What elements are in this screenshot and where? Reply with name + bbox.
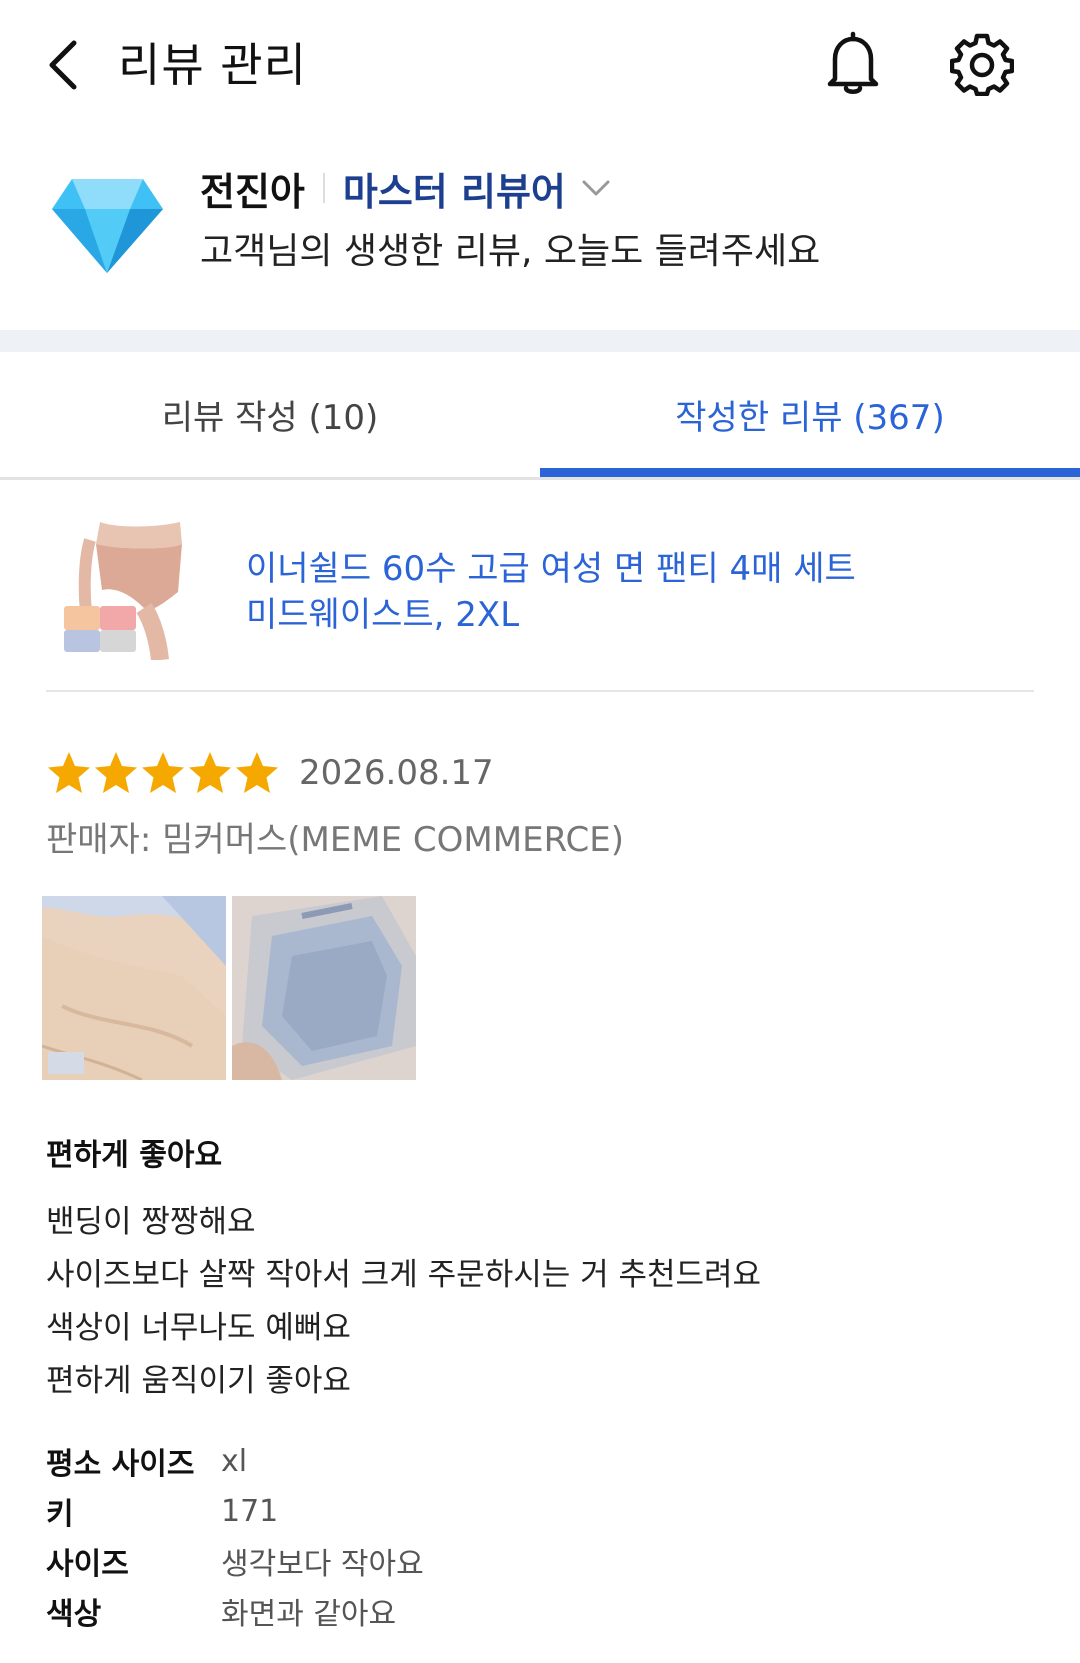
detail-row-height: 키 171 [46,1486,424,1536]
gear-icon [950,33,1014,96]
notification-button[interactable] [818,26,888,102]
grade-dropdown-toggle[interactable] [582,179,610,197]
star-icon [142,752,184,793]
name-row: 전진아 마스터 리뷰어 [200,160,610,216]
detail-row-size: 사이즈 생각보다 작아요 [46,1536,424,1586]
review-line: 밴딩이 짱짱해요 [46,1204,256,1240]
rating-row: 2026.08.17 [46,745,494,801]
star-icon [236,752,278,793]
detail-label: 평소 사이즈 [46,1447,195,1482]
detail-value: 생각보다 작아요 [221,1547,424,1582]
back-button[interactable] [38,30,88,100]
detail-value: 171 [221,1493,279,1529]
detail-label: 사이즈 [46,1547,129,1582]
review-body: 밴딩이 짱짱해요 사이즈보다 살짝 작아서 크게 주문하시는 거 추천드려요 색… [46,1196,761,1408]
review-photos [42,896,422,1080]
review-title: 편하게 좋아요 [46,1138,223,1173]
tab-written-reviews[interactable]: 작성한 리뷰 (367) [540,352,1080,477]
review-line: 사이즈보다 살짝 작아서 크게 주문하시는 거 추천드려요 [46,1257,762,1293]
seller-name: 판매자: 밈커머스(MEME COMMERCE) [46,820,625,860]
diamond-icon [52,179,163,273]
detail-label: 색상 [46,1597,102,1632]
detail-row-usual-size: 평소 사이즈 xl [46,1436,424,1486]
chevron-down-icon [582,180,610,196]
product-name-line1: 이너쉴드 60수 고급 여성 면 팬티 4매 세트 [246,549,856,589]
back-arrow-icon [49,40,77,90]
tab-write-review[interactable]: 리뷰 작성 (10) [0,352,540,477]
active-tab-indicator [540,468,1080,477]
profile-message: 고객님의 생생한 리뷰, 오늘도 들려주세요 [200,231,821,272]
review-photo-2[interactable] [232,896,416,1080]
section-divider [0,330,1080,352]
top-bar: 리뷰 관리 [0,0,1080,130]
review-details: 평소 사이즈 xl 키 171 사이즈 생각보다 작아요 색상 화면과 같아요 [46,1436,424,1636]
review-date: 2026.08.17 [299,753,494,793]
divider [322,173,325,203]
reviewer-profile: 전진아 마스터 리뷰어 고객님의 생생한 리뷰, 오늘도 들려주세요 [0,130,1080,330]
review-tabs: 리뷰 작성 (10) 작성한 리뷰 (367) [0,352,1080,480]
review-line: 편하게 움직이기 좋아요 [46,1363,351,1399]
star-icon [48,752,90,793]
star-rating [46,750,281,796]
product-name-line2: 미드웨이스트, 2XL [246,595,520,635]
detail-label: 키 [46,1497,74,1532]
detail-value: 화면과 같아요 [221,1597,397,1632]
bell-icon [827,31,879,94]
review-photo-1[interactable] [42,896,226,1080]
product-item: 이너쉴드 60수 고급 여성 면 팬티 4매 세트 미드웨이스트, 2XL [46,510,1034,692]
settings-button[interactable] [944,26,1020,102]
star-icon [95,752,137,793]
user-name: 전진아 [200,169,305,214]
detail-value: xl [221,1443,248,1479]
product-thumbnail[interactable] [60,520,194,660]
star-icon [189,752,231,793]
product-name[interactable]: 이너쉴드 60수 고급 여성 면 팬티 4매 세트 미드웨이스트, 2XL [246,546,1006,638]
reviewer-grade[interactable]: 마스터 리뷰어 [343,161,566,216]
page-title: 리뷰 관리 [118,38,307,92]
review-line: 색상이 너무나도 예뻐요 [46,1310,351,1346]
detail-row-color: 색상 화면과 같아요 [46,1586,424,1636]
